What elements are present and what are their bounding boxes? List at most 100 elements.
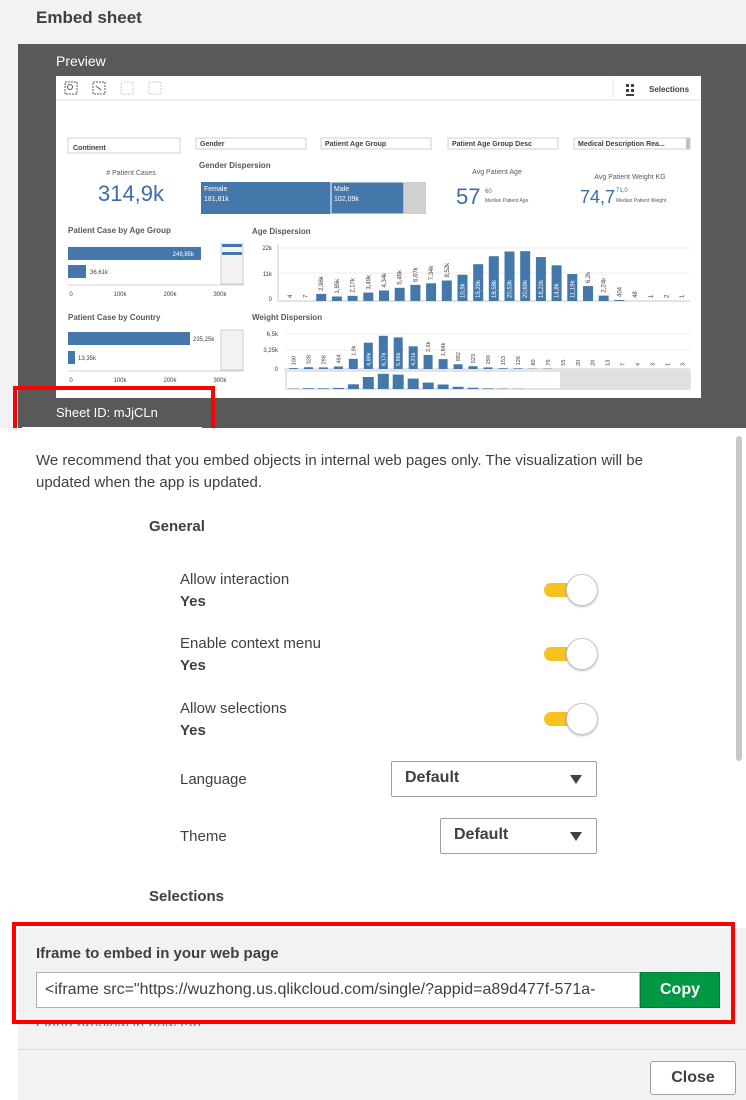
age-bars-label: 1,85k	[335, 278, 341, 294]
selections-label[interactable]: Selections	[649, 85, 690, 94]
weight-bars-label: 290	[486, 355, 492, 364]
weight-bars-label: 464	[336, 354, 342, 363]
svg-text:6,5k: 6,5k	[267, 332, 279, 338]
allow-selections-toggle[interactable]	[544, 703, 598, 735]
filter-medical-description[interactable]: Medical Description Rea...	[573, 137, 691, 150]
weight-bars-label: 4,89k	[366, 352, 372, 366]
weight-minimap-bar	[317, 388, 329, 389]
sheet-preview[interactable]: Selections Continent Gender Patient Age …	[56, 76, 701, 398]
enable-context-menu-toggle[interactable]	[544, 638, 598, 670]
svg-text:Male: Male	[334, 186, 349, 193]
filter-patient-age-group[interactable]: Patient Age Group	[320, 137, 432, 150]
language-label: Language	[180, 771, 247, 788]
weight-bars-label: 20	[591, 360, 597, 366]
weight-bars-label: 523	[471, 354, 477, 363]
weight-bars-label: 4,21k	[411, 352, 417, 366]
svg-text:181,81k: 181,81k	[204, 196, 229, 203]
svg-text:200k: 200k	[163, 378, 177, 384]
age-bars-label: 4	[288, 294, 294, 298]
weight-minimap-bar	[407, 378, 419, 389]
weight-minimap-bar	[452, 386, 464, 389]
svg-text:Median Patient Age: Median Patient Age	[485, 198, 529, 204]
weight-bars-label: 153	[501, 356, 507, 365]
weight-bars-label: 20	[576, 360, 582, 366]
theme-select[interactable]: Default	[440, 818, 597, 854]
svg-text:71,0: 71,0	[616, 188, 628, 194]
svg-text:Medical Description Rea...: Medical Description Rea...	[578, 141, 665, 148]
age-bars-label: 3,49k	[366, 274, 372, 290]
age-bars-bar	[426, 283, 437, 301]
svg-text:22k: 22k	[262, 246, 273, 252]
country-chart-title: Patient Case by Country	[68, 313, 161, 322]
age-bars-label: 18,22k	[539, 279, 545, 298]
svg-text:Continent: Continent	[73, 145, 106, 152]
age-bars-label: 2	[665, 294, 671, 298]
weight-bars-label: 298	[321, 355, 327, 364]
svg-text:100k: 100k	[113, 378, 127, 384]
svg-text:Gender: Gender	[200, 141, 225, 148]
svg-text:0: 0	[275, 367, 279, 373]
weight-bars-label: 1	[666, 363, 672, 366]
age-dispersion-title: Age Dispersion	[252, 227, 311, 236]
age-bars-bar	[598, 295, 609, 301]
weight-bars-label: 1,84k	[441, 342, 447, 356]
age-bars-label: 20,53k	[508, 279, 514, 298]
age-bars-bar	[614, 300, 625, 301]
weight-bars-label: 5,86k	[396, 352, 402, 366]
age-bars-label: 11,19k	[570, 279, 576, 298]
chevron-down-icon	[570, 775, 582, 784]
age-bars-bar	[583, 286, 593, 301]
copy-button[interactable]: Copy	[640, 972, 720, 1008]
embed-notice: We recommend that you embed objects in i…	[36, 452, 643, 491]
open-preview-link[interactable]: Open preview in new tab	[36, 1014, 201, 1026]
age-bars-label: 6,67k	[413, 266, 419, 282]
language-select-value: Default	[405, 769, 460, 786]
weight-bars-bar	[333, 366, 343, 369]
weight-bars-label: 6,17k	[381, 352, 387, 366]
weight-bars-bar	[438, 359, 448, 369]
weight-minimap-bar	[332, 387, 344, 389]
age-bars-label: 10,9k	[461, 282, 467, 298]
avg-weight-value: 74,7	[580, 187, 615, 207]
language-select[interactable]: Default	[391, 761, 597, 797]
weight-bars-bar	[468, 366, 478, 369]
filter-patient-age-group-desc[interactable]: Patient Age Group Desc	[447, 137, 559, 150]
filter-continent[interactable]: Continent	[67, 137, 181, 154]
svg-text:0: 0	[269, 297, 273, 303]
age-bars-bar	[363, 292, 374, 301]
weight-bars-bar	[289, 368, 298, 369]
preview-panel: Preview Selections Continent Gender Pati…	[18, 44, 746, 428]
general-section-title: General	[149, 518, 205, 535]
close-button[interactable]: Close	[650, 1061, 736, 1095]
svg-text:249,85k: 249,85k	[173, 252, 195, 258]
weight-bars-bar	[348, 358, 358, 369]
weight-bars-label: 76	[546, 359, 552, 365]
svg-text:200k: 200k	[163, 292, 177, 298]
allow-interaction-value: Yes	[180, 593, 206, 610]
selections-section-title: Selections	[149, 888, 225, 905]
filter-gender[interactable]: Gender	[195, 137, 307, 150]
allow-interaction-toggle[interactable]	[544, 574, 598, 606]
age-bars-label: 1	[649, 294, 655, 298]
weight-bars-bar	[318, 367, 328, 369]
weight-minimap-bar	[467, 387, 479, 389]
age-bars-bar	[331, 296, 342, 301]
scrollbar[interactable]	[736, 436, 742, 761]
allow-interaction-label: Allow interaction	[180, 571, 290, 588]
weight-bars-bar	[453, 364, 463, 369]
weight-bars-bar	[483, 367, 493, 369]
iframe-code-field[interactable]: <iframe src="https://wuzhong.us.qlikclou…	[36, 972, 640, 1008]
age-dispersion-bars: 4 7 2,96k 1,85k 2,17k 3,49k 4,34k 5,46k 6,67k 7,3…	[288, 251, 686, 301]
age-bars-label: 2,24k	[602, 277, 608, 293]
weight-bars-label: 4	[636, 363, 642, 366]
weight-bars-label: 160	[292, 356, 298, 365]
preview-label: Preview	[56, 53, 106, 69]
age-bars-label: 15,29k	[476, 279, 482, 298]
age-bars-label: 2,96k	[319, 275, 325, 291]
avg-weight-label: Avg Patient Weight KG	[594, 174, 665, 181]
age-bars-label: 8,52k	[445, 262, 451, 278]
gender-dispersion-title: Gender Dispersion	[199, 161, 271, 170]
dialog-footer	[18, 1049, 746, 1100]
svg-text:3,25k: 3,25k	[263, 348, 279, 354]
age-group-bar-2	[68, 265, 86, 278]
